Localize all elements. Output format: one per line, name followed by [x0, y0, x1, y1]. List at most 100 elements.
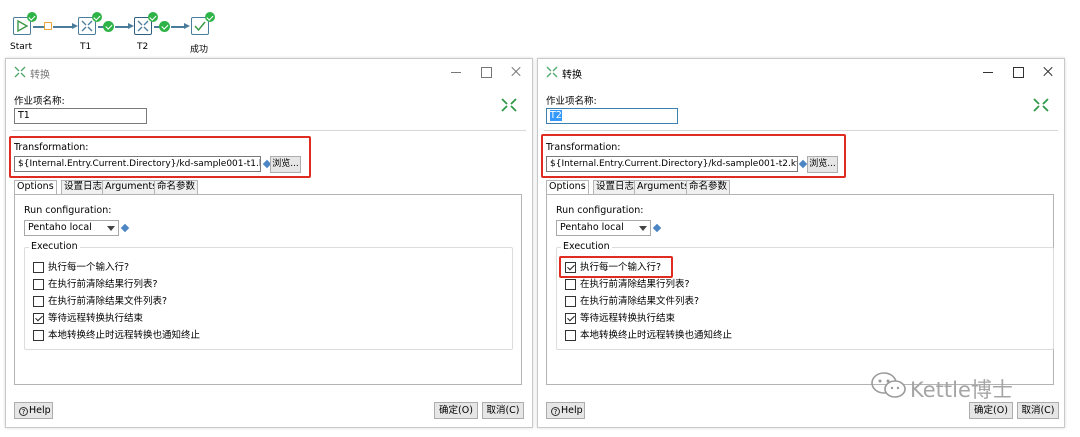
transformation-icon	[1033, 98, 1049, 112]
success-node[interactable]	[191, 12, 215, 35]
checkbox[interactable]	[565, 330, 576, 341]
success-check-icon	[148, 12, 158, 22]
chevron-down-icon	[639, 226, 647, 231]
checkbox-label: 本地转换终止时远程转换也通知终止	[48, 330, 201, 341]
checkbox[interactable]	[565, 313, 576, 324]
play-icon	[17, 20, 28, 32]
options-panel: Run configuration: Pentaho local Executi…	[14, 194, 522, 385]
tab-logging[interactable]: 设置日志	[593, 180, 638, 194]
hop-success-icon	[159, 21, 170, 32]
flow-node-label: 成功	[190, 45, 209, 55]
close-button[interactable]	[504, 64, 528, 80]
run-configuration-label: Run configuration:	[556, 205, 644, 216]
check-icon	[194, 21, 206, 32]
maximize-button[interactable]	[1006, 64, 1030, 80]
checkbox[interactable]	[33, 296, 44, 307]
tab-options[interactable]: Options	[14, 180, 57, 195]
flow-node-label: T1	[80, 42, 92, 52]
start-node[interactable]	[13, 12, 37, 35]
window-title: 转换	[30, 70, 50, 81]
help-label: Help	[29, 405, 51, 416]
tab-bar: Options 设置日志 Arguments 命名参数	[546, 180, 746, 195]
window-title: 转换	[562, 70, 582, 81]
job-flow-diagram: Start T1 T2 成功	[0, 0, 260, 60]
tab-bar: Options 设置日志 Arguments 命名参数	[14, 180, 214, 195]
transformation-icon	[81, 20, 93, 32]
help-icon: ?	[551, 407, 560, 416]
variable-icon	[652, 223, 662, 233]
help-button[interactable]: ? Help	[14, 402, 53, 419]
job-entry-name-input[interactable]: T1	[14, 108, 147, 124]
job-entry-name-input[interactable]: T2	[546, 108, 678, 124]
transformation-icon	[137, 20, 149, 32]
execution-group-title: Execution	[29, 241, 80, 252]
checkbox[interactable]	[565, 296, 576, 307]
minimize-button[interactable]	[444, 64, 468, 80]
hop-arrow	[53, 23, 78, 29]
help-label: Help	[561, 405, 583, 416]
success-check-icon	[205, 12, 215, 22]
run-configuration-value: Pentaho local	[28, 222, 92, 233]
t1-node[interactable]	[78, 12, 102, 35]
ok-button[interactable]: 确定(O)	[434, 402, 478, 419]
variable-icon	[120, 223, 130, 233]
checkbox-label: 在执行前清除结果行列表?	[580, 279, 690, 290]
transformation-icon	[501, 98, 517, 112]
title-bar: 转换	[6, 59, 532, 85]
lock-icon	[44, 22, 52, 30]
checkbox-label: 本地转换终止时远程转换也通知终止	[580, 330, 733, 341]
cancel-button[interactable]: 取消(C)	[482, 402, 524, 419]
run-configuration-label: Run configuration:	[24, 205, 112, 216]
job-entry-name-label: 作业项名称:	[14, 96, 65, 107]
highlight-box	[541, 134, 846, 178]
tab-parameters[interactable]: 命名参数	[154, 180, 199, 194]
cancel-button[interactable]: 取消(C)	[1017, 402, 1059, 419]
title-bar: 转换	[538, 59, 1064, 85]
run-configuration-value: Pentaho local	[560, 222, 624, 233]
job-entry-name-value: T2	[550, 110, 562, 121]
tab-logging[interactable]: 设置日志	[61, 180, 106, 194]
help-button[interactable]: ? Help	[546, 402, 585, 419]
tab-parameters[interactable]: 命名参数	[686, 180, 731, 194]
tab-arguments[interactable]: Arguments	[102, 180, 161, 194]
maximize-button[interactable]	[474, 64, 498, 80]
options-panel: Run configuration: Pentaho local Executi…	[546, 194, 1054, 385]
close-button[interactable]	[1036, 64, 1060, 80]
t2-node[interactable]	[134, 12, 158, 35]
execution-group: Execution 执行每一个输入行? 在执行前清除结果行列表? 在执行前清除结…	[556, 241, 1054, 350]
checkbox[interactable]	[33, 262, 44, 273]
checkbox[interactable]	[33, 279, 44, 290]
checkbox-label: 在执行前清除结果文件列表?	[48, 296, 168, 307]
transformation-icon	[546, 66, 558, 78]
transformation-icon	[14, 66, 26, 78]
run-configuration-select[interactable]: Pentaho local	[24, 220, 119, 236]
checkbox[interactable]	[565, 279, 576, 290]
checkbox-label: 在执行前清除结果行列表?	[48, 279, 158, 290]
highlight-box	[559, 256, 673, 278]
checkbox-label: 等待远程转换执行结束	[580, 313, 676, 324]
wechat-icon	[871, 372, 906, 398]
transformation-dialog-t1: 转换 作业项名称: T1 Transformation: ${Internal.…	[5, 58, 533, 428]
tab-options[interactable]: Options	[546, 180, 589, 195]
job-entry-name-value: T1	[18, 110, 30, 121]
checkbox[interactable]	[33, 313, 44, 324]
hop-arrow	[115, 23, 134, 29]
ok-button[interactable]: 确定(O)	[969, 402, 1013, 419]
job-entry-name-label: 作业项名称:	[546, 96, 597, 107]
transformation-dialog-t2: 转换 作业项名称: T2 Transformation: ${Internal.…	[537, 58, 1065, 428]
checkbox-label: 在执行前清除结果文件列表?	[580, 296, 700, 307]
flow-node-label: T2	[137, 42, 149, 52]
success-check-icon	[92, 12, 102, 22]
run-configuration-select[interactable]: Pentaho local	[556, 220, 651, 236]
watermark-text: Kettle博士	[910, 378, 1013, 402]
checkbox-label: 执行每一个输入行?	[48, 262, 130, 273]
checkbox-label: 等待远程转换执行结束	[48, 313, 144, 324]
checkbox[interactable]	[33, 330, 44, 341]
flow-node-label: Start	[10, 42, 32, 52]
success-check-icon	[27, 12, 37, 22]
chevron-down-icon	[107, 226, 115, 231]
tab-arguments[interactable]: Arguments	[634, 180, 693, 194]
minimize-button[interactable]	[976, 64, 1000, 80]
highlight-box	[9, 136, 311, 178]
execution-group: Execution 执行每一个输入行? 在执行前清除结果行列表? 在执行前清除结…	[24, 241, 513, 350]
